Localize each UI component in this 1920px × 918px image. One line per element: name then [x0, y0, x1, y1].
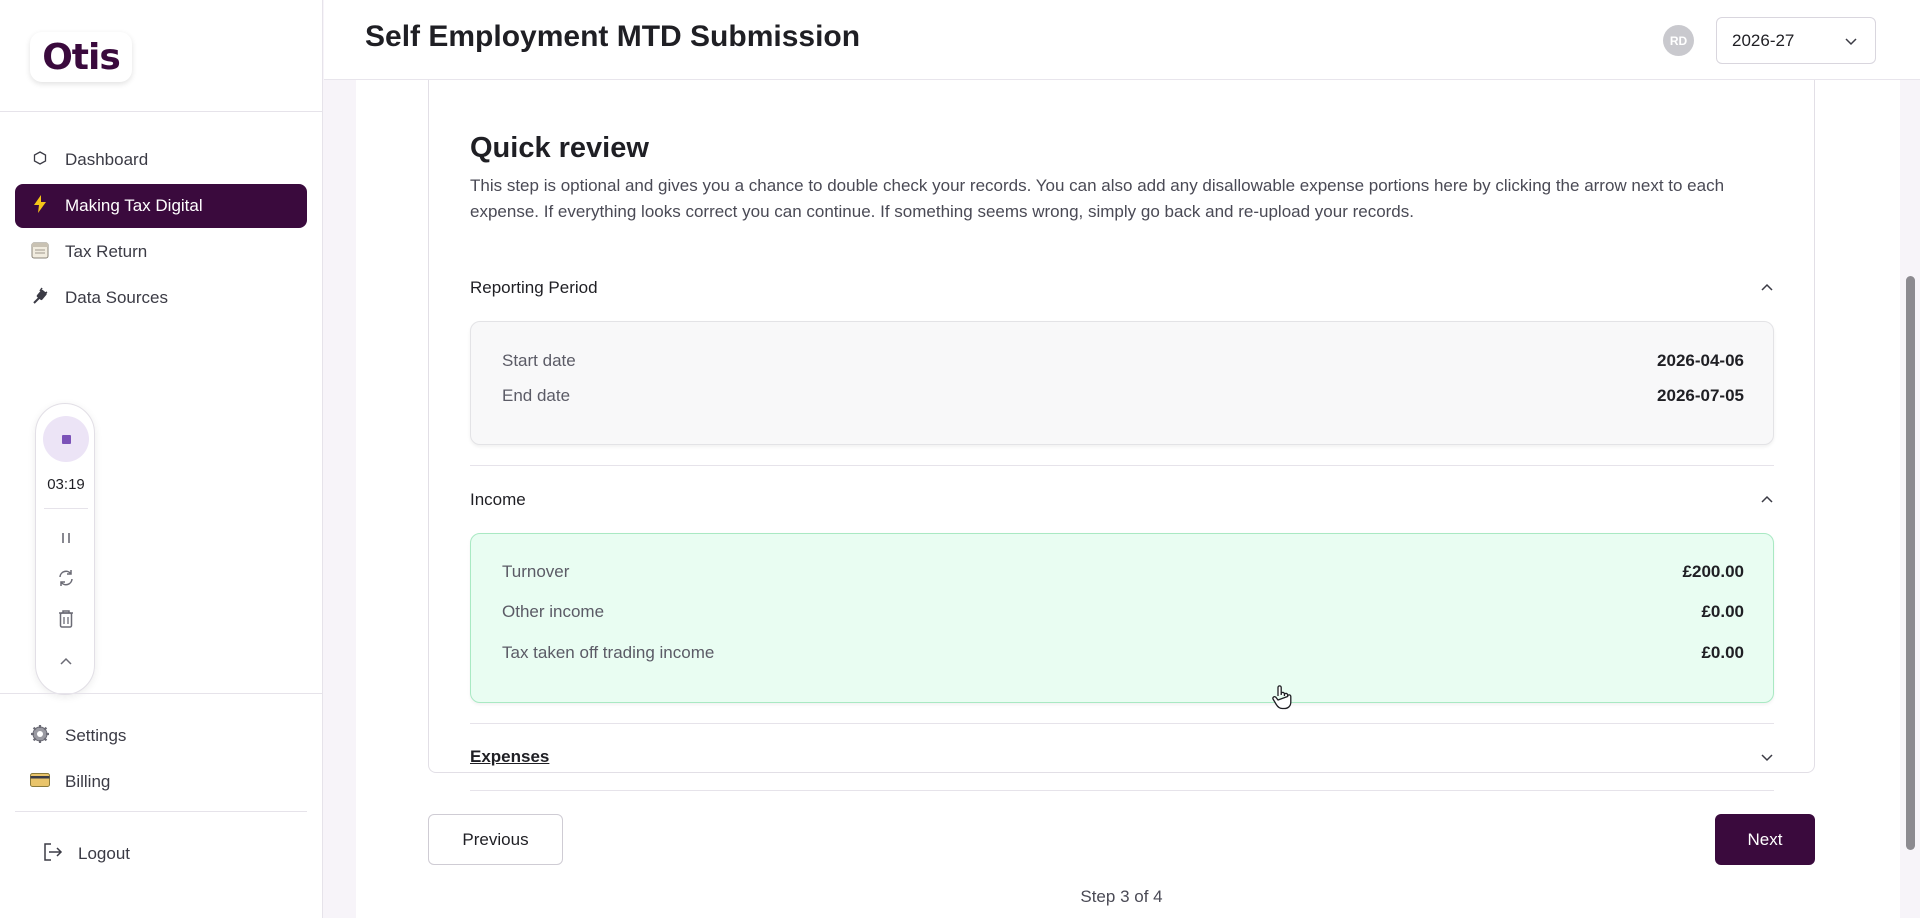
section-divider: [470, 790, 1774, 791]
sidebar-item-label: Dashboard: [65, 150, 149, 169]
other-income-value: £0.00: [1701, 602, 1744, 621]
tax-taken-off-label: Tax taken off trading income: [502, 643, 715, 662]
end-date-label: End date: [502, 386, 571, 405]
step-indicator: Step 3 of 4: [1080, 887, 1163, 906]
income-label: Income: [470, 490, 526, 509]
sidebar-divider: [0, 111, 323, 112]
chevron-up-icon: [1761, 495, 1773, 503]
chevron-up-icon: [1761, 283, 1773, 291]
tax-year-value: 2026-27: [1732, 30, 1795, 50]
pause-icon: [62, 533, 70, 543]
restart-button[interactable]: [54, 566, 78, 590]
tax-taken-off-value: £0.00: [1701, 643, 1744, 662]
income-row: Turnover £200.00: [502, 562, 1744, 582]
page-title: Self Employment MTD Submission: [365, 20, 861, 53]
chevron-down-icon: [1761, 754, 1773, 762]
sidebar-item-settings[interactable]: Settings: [15, 714, 307, 758]
end-date-row: End date 2026-07-05: [502, 386, 1744, 406]
logout-label: Logout: [78, 844, 130, 863]
hand-cursor-icon: [1272, 685, 1292, 710]
pause-button[interactable]: [54, 526, 78, 550]
chevron-up-icon: [60, 657, 72, 665]
credit-card-icon: [29, 772, 51, 792]
calendar-icon: [29, 241, 51, 264]
sidebar-divider: [15, 811, 307, 812]
quick-review-card: Quick review This step is optional and g…: [428, 60, 1815, 791]
collapse-recorder-button[interactable]: [54, 650, 78, 674]
stop-icon: [61, 434, 71, 444]
income-row: Other income £0.00: [502, 602, 1744, 622]
delete-recording-button[interactable]: [54, 607, 78, 631]
logout-icon: [42, 842, 64, 866]
sidebar-item-billing[interactable]: Billing: [15, 760, 307, 804]
top-header: Self Employment MTD Submission RD 2026-2…: [324, 0, 1920, 80]
refresh-icon: [59, 570, 73, 586]
logo-text: Otis: [42, 36, 121, 78]
stop-recording-button[interactable]: [43, 416, 89, 462]
sidebar-item-data-sources[interactable]: Data Sources: [15, 276, 307, 320]
previous-button[interactable]: Previous: [428, 814, 563, 865]
start-date-value: 2026-04-06: [1657, 351, 1744, 370]
quick-review-title: Quick review: [470, 132, 649, 164]
trash-icon: [59, 610, 73, 628]
sidebar: Otis Dashboard Making Tax Digital Tax Re…: [0, 0, 323, 918]
tax-year-select[interactable]: 2026-27: [1716, 17, 1876, 64]
next-button[interactable]: Next: [1715, 814, 1815, 865]
avatar[interactable]: RD: [1663, 25, 1694, 56]
sidebar-item-label: Making Tax Digital: [65, 196, 203, 215]
section-divider: [470, 723, 1774, 724]
hexagon-icon: [29, 150, 51, 170]
income-box: Turnover £200.00 Other income £0.00 Tax …: [470, 533, 1774, 703]
sidebar-item-making-tax-digital[interactable]: Making Tax Digital: [15, 184, 307, 228]
sidebar-item-dashboard[interactable]: Dashboard: [15, 138, 307, 182]
reporting-period-label: Reporting Period: [470, 278, 598, 297]
expenses-header[interactable]: Expenses: [470, 737, 1774, 777]
turnover-label: Turnover: [502, 562, 570, 581]
page-scrollbar[interactable]: [1906, 276, 1915, 850]
sidebar-divider: [0, 693, 323, 694]
sidebar-item-label: Tax Return: [65, 242, 148, 261]
reporting-period-box: Start date 2026-04-06 End date 2026-07-0…: [470, 321, 1774, 445]
otis-logo[interactable]: Otis: [30, 32, 132, 82]
expenses-label: Expenses: [470, 747, 550, 766]
income-row: Tax taken off trading income £0.00: [502, 643, 1744, 663]
end-date-value: 2026-07-05: [1657, 386, 1744, 405]
logout-button[interactable]: Logout: [30, 832, 307, 876]
sidebar-item-label: Settings: [65, 726, 127, 745]
quick-review-description: This step is optional and gives you a ch…: [470, 176, 1725, 221]
start-date-label: Start date: [502, 351, 576, 370]
recorder-divider: [44, 508, 88, 509]
gear-icon: [29, 724, 51, 749]
income-header[interactable]: Income: [470, 480, 1774, 520]
start-date-row: Start date 2026-04-06: [502, 351, 1744, 371]
other-income-label: Other income: [502, 602, 605, 621]
chevron-down-icon: [1845, 38, 1857, 46]
section-divider: [470, 465, 1774, 466]
screen-recorder-widget: 03:19: [35, 403, 95, 695]
sidebar-item-label: Billing: [65, 772, 111, 791]
reporting-period-header[interactable]: Reporting Period: [470, 268, 1774, 308]
sidebar-item-tax-return[interactable]: Tax Return: [15, 230, 307, 274]
plug-icon: [29, 287, 51, 310]
recording-timer: 03:19: [47, 476, 85, 493]
main-content: Quick review This step is optional and g…: [356, 60, 1900, 918]
sidebar-item-label: Data Sources: [65, 288, 168, 307]
lightning-icon: [29, 194, 51, 218]
turnover-value: £200.00: [1682, 562, 1744, 581]
